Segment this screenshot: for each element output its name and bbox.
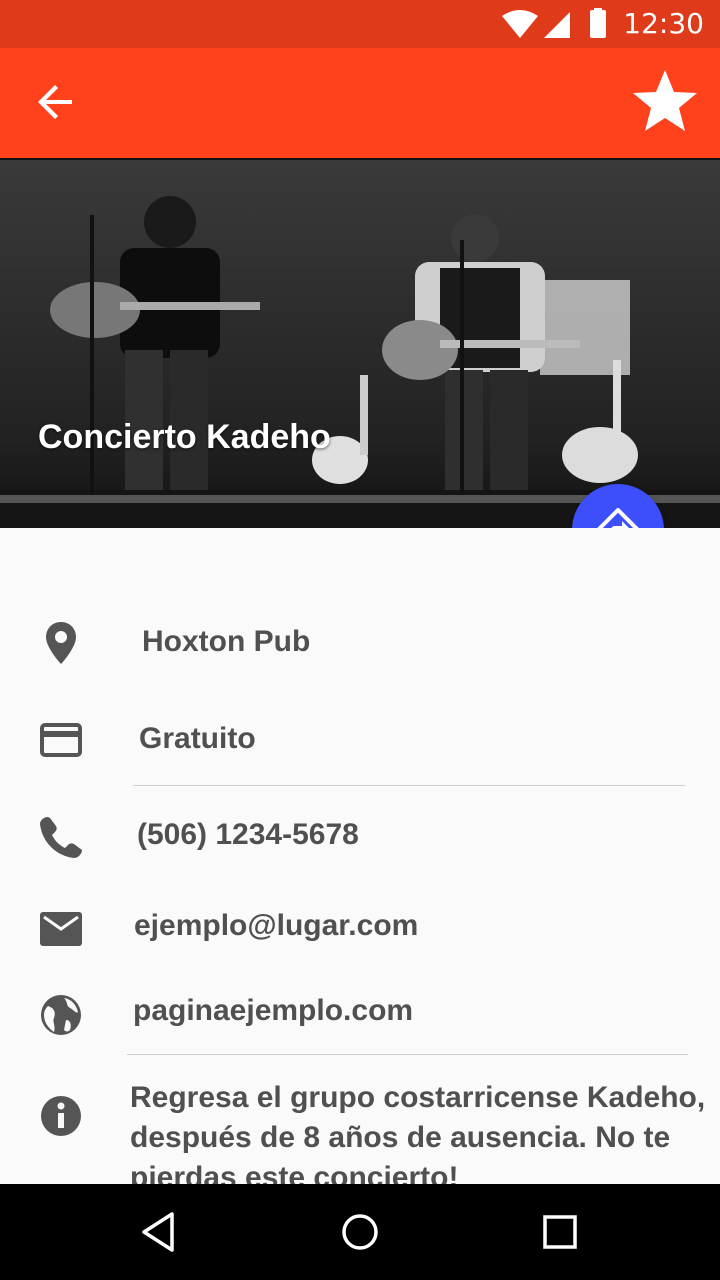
divider (133, 785, 685, 786)
credit-card-icon (40, 723, 82, 757)
app-bar (0, 48, 720, 158)
event-details: Hoxton Pub Gratuito (506) 1234-5678 ejem… (0, 528, 720, 1184)
status-time: 12:30 (623, 7, 704, 40)
price-value: Gratuito (139, 722, 256, 755)
phone-number: (506) 1234-5678 (137, 818, 359, 851)
nav-home-icon[interactable] (336, 1208, 384, 1256)
info-icon (41, 1096, 81, 1136)
arrow-back-icon[interactable] (28, 72, 88, 132)
wifi-icon (502, 10, 538, 38)
battery-icon (590, 10, 606, 38)
navigation-bar (0, 1184, 720, 1280)
globe-icon (41, 995, 81, 1035)
status-icons (502, 8, 606, 38)
website-url: paginaejemplo.com (133, 994, 414, 1027)
event-description: Regresa el grupo costarricense Kadeho, d… (130, 1081, 706, 1184)
location-pin-icon (46, 622, 76, 664)
event-title: Concierto Kadeho (38, 418, 331, 456)
divider (127, 1054, 688, 1055)
nav-back-icon[interactable] (136, 1208, 184, 1256)
email-icon (40, 912, 82, 946)
nav-recents-icon[interactable] (536, 1208, 584, 1256)
phone-icon (40, 817, 82, 858)
email-address: ejemplo@lugar.com (134, 909, 419, 942)
venue-name: Hoxton Pub (142, 625, 311, 658)
star-icon[interactable] (630, 66, 700, 136)
status-bar: 12:30 (0, 0, 720, 48)
concert-photo (0, 160, 720, 530)
signal-icon (544, 12, 570, 38)
event-hero-image: Concierto Kadeho (0, 158, 720, 530)
